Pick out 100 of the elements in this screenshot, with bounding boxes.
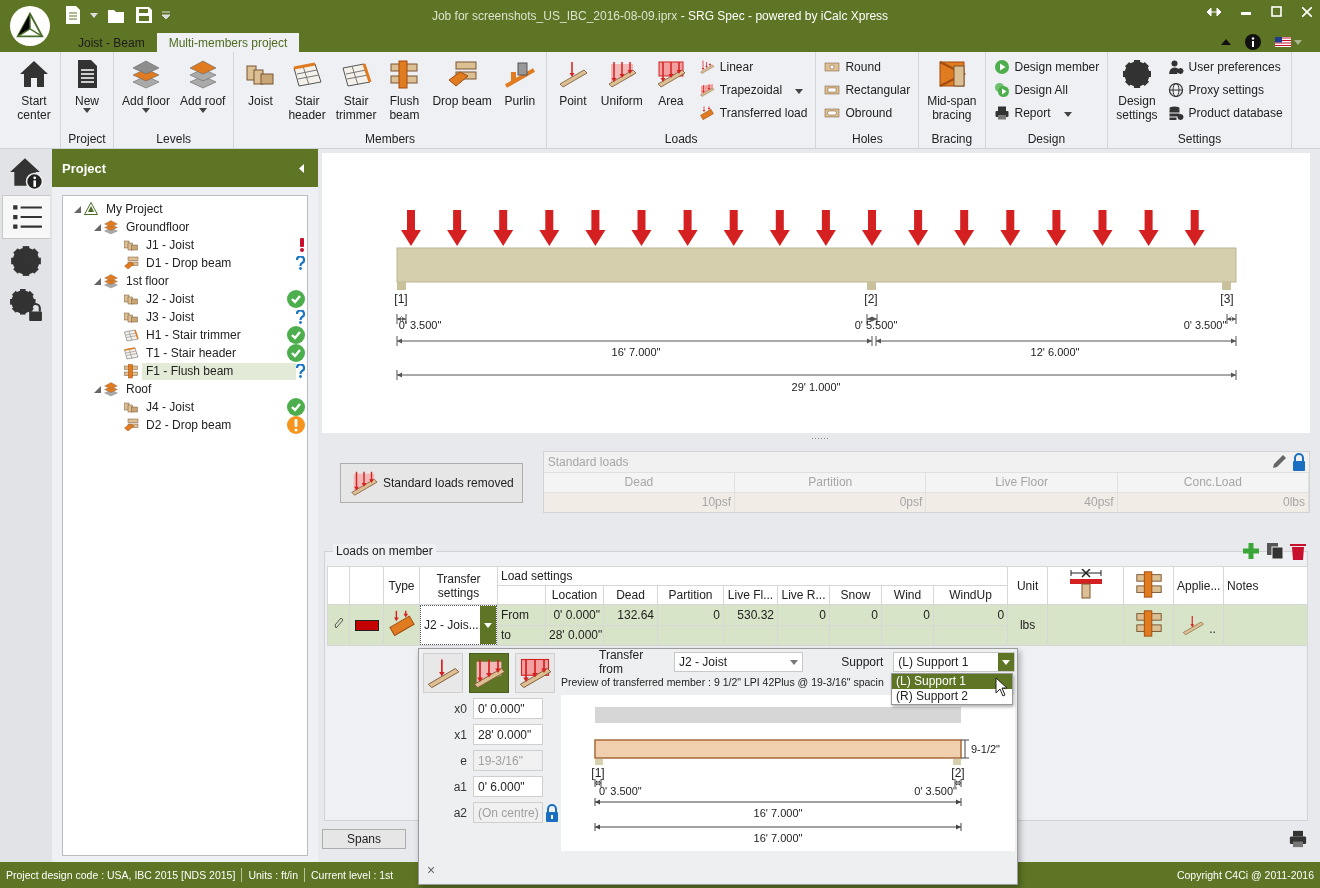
field-label: Support [841, 655, 884, 669]
support-post [867, 282, 876, 290]
folder-icon[interactable] [108, 7, 126, 23]
ribbon-button[interactable]: Design settings [1112, 52, 1162, 132]
ribbon-button[interactable]: Proxy settings [1163, 79, 1287, 101]
ribbon-button[interactable]: Mid-span bracing [923, 52, 981, 132]
transfer-from-dropdown[interactable]: J2 - Joist [674, 652, 804, 672]
close-icon[interactable] [1302, 6, 1312, 17]
tree-item[interactable]: J3 - Joist [142, 308, 296, 326]
tree-item[interactable]: J4 - Joist [142, 398, 287, 416]
field-label: a1 [452, 779, 468, 794]
level-stack-icon [103, 381, 119, 397]
ribbon-tab[interactable]: Multi-members project [156, 33, 300, 52]
tree-item[interactable]: 1st floor [122, 272, 305, 290]
ribbon-button[interactable]: Add roof [176, 52, 230, 132]
status-text: Project design code : USA, IBC 2015 [NDS 2015] [6, 869, 236, 881]
resize-arrows-icon[interactable] [1207, 7, 1221, 16]
expander-icon[interactable] [93, 223, 101, 231]
info-icon[interactable] [1245, 34, 1261, 50]
customize-menu-icon[interactable] [162, 11, 170, 19]
support-post [1222, 282, 1231, 290]
input-field[interactable]: 0' 6.000" [473, 776, 543, 797]
ribbon-button[interactable]: Rectangular [820, 79, 915, 101]
tree-item[interactable]: J1 - Joist [142, 236, 299, 254]
ribbon-button[interactable]: Drop beam [428, 52, 496, 132]
dimension-label: 29' 1.000" [791, 381, 841, 393]
ribbon-button[interactable]: Design All [989, 79, 1104, 101]
support-dropdown[interactable]: (L) Support 1 [893, 652, 1015, 672]
delete-icon[interactable] [1290, 542, 1306, 560]
input-field[interactable]: 28' 0.000" [473, 724, 543, 745]
ribbon-button[interactable]: Point [550, 52, 595, 132]
play-icon [993, 59, 1010, 75]
spans-button[interactable]: Spans [322, 829, 406, 849]
mouse-cursor [995, 677, 1009, 697]
status-text: Units : ft/in [248, 869, 298, 881]
group-label: Design [1026, 132, 1067, 148]
close-button[interactable]: × [423, 862, 439, 878]
edit-icon[interactable] [333, 617, 344, 629]
ribbon-button[interactable]: New [65, 52, 109, 132]
ribbon-button[interactable]: Product database [1163, 102, 1287, 124]
caret-icon [484, 622, 492, 628]
ribbon-button[interactable]: Add floor [118, 52, 175, 132]
new-document-icon[interactable] [66, 6, 80, 24]
tree-item[interactable]: D2 - Drop beam [142, 416, 287, 434]
expander-icon[interactable] [93, 277, 101, 285]
ribbon-button[interactable]: Trapezoidal [694, 79, 812, 101]
app-logo[interactable] [10, 6, 50, 46]
expander-icon[interactable] [73, 205, 81, 213]
tree-item[interactable]: F1 - Flush beam [142, 362, 296, 380]
tree-item[interactable]: Roof [122, 380, 305, 398]
collapse-ribbon-icon[interactable] [1221, 39, 1231, 45]
ribbon-button[interactable]: Start center [12, 52, 56, 132]
support-option[interactable]: (L) Support 1 [892, 674, 1012, 689]
field-label: x0 [453, 701, 468, 716]
dimension-label: 0' 3.500" [599, 785, 642, 797]
maximize-icon[interactable] [1271, 6, 1282, 17]
tree-item[interactable]: T1 - Stair header [142, 344, 287, 362]
tree-item[interactable]: H1 - Stair trimmer [142, 326, 287, 344]
support-label: [1] [591, 766, 605, 780]
ribbon-button[interactable]: Transferred load [694, 102, 812, 124]
tree-item[interactable]: My Project [102, 200, 305, 218]
ribbon-button[interactable]: Stair trimmer [331, 52, 381, 132]
ribbon-button[interactable]: Linear [694, 56, 812, 78]
transferred-load-icon [387, 608, 417, 638]
ribbon-button[interactable]: Obround [820, 102, 915, 124]
add-icon[interactable] [1242, 542, 1260, 560]
load-type-button[interactable] [469, 653, 509, 693]
flag-icon[interactable] [1275, 37, 1291, 47]
support-post [397, 282, 406, 290]
collapse-icon[interactable] [299, 163, 304, 173]
tree-item[interactable]: Groundfloor [122, 218, 305, 236]
column-header: Type [383, 566, 420, 605]
field-label: a2 [452, 805, 468, 820]
splitter-grip-icon[interactable] [812, 436, 828, 440]
expander-icon[interactable] [93, 385, 101, 393]
tree-item[interactable]: D1 - Drop beam [142, 254, 296, 272]
side-tab[interactable] [2, 195, 50, 239]
ribbon-button[interactable]: Purlin [497, 52, 542, 132]
ribbon-button[interactable]: Joist [238, 52, 283, 132]
ribbon-button[interactable]: Area [648, 52, 693, 132]
caret-icon [90, 12, 98, 18]
input-field[interactable]: 0' 0.000" [473, 698, 543, 719]
save-icon[interactable] [136, 7, 152, 23]
ribbon-button[interactable]: User preferences [1163, 56, 1287, 78]
project-logo-icon [83, 201, 99, 217]
ribbon-button[interactable]: Flush beam [382, 52, 427, 132]
depth-dimension [960, 739, 970, 759]
ribbon-button[interactable]: Uniform [596, 52, 647, 132]
copy-icon[interactable] [1266, 542, 1284, 560]
dimension-line [1226, 313, 1237, 325]
support-option[interactable]: (R) Support 2 [892, 689, 1012, 704]
panel-title: Project [62, 160, 107, 176]
ribbon-button[interactable]: Round [820, 56, 915, 78]
tree-item[interactable]: J2 - Joist [142, 290, 287, 308]
ribbon-button[interactable]: Design member [989, 56, 1104, 78]
ribbon-button[interactable]: Report [989, 102, 1104, 124]
ribbon-button[interactable]: Stair header [284, 52, 330, 132]
load-arrow [677, 210, 698, 246]
transfer-dropdown[interactable]: J2 - Jois... [420, 605, 497, 645]
caret-icon [198, 108, 207, 113]
